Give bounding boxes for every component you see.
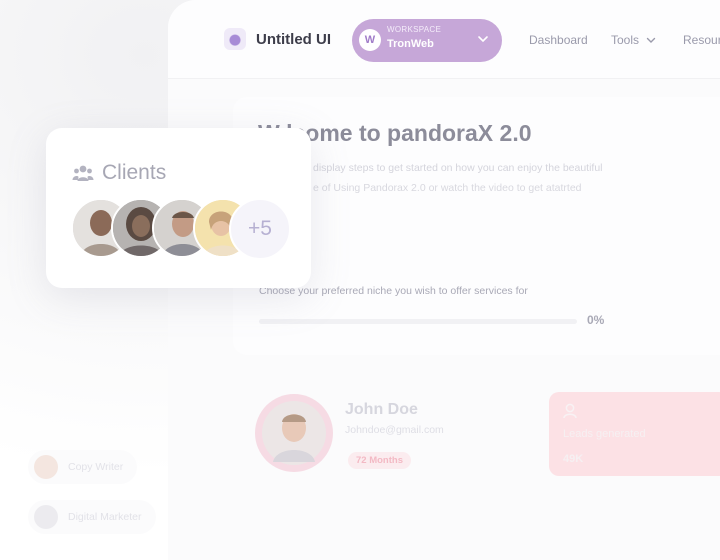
clients-header: Clients bbox=[72, 161, 166, 185]
chevron-down-icon bbox=[646, 37, 656, 43]
person-avatar-icon bbox=[262, 401, 326, 465]
welcome-subtitle-line2: e of Using Pandorax 2.0 or watch the vid… bbox=[313, 182, 582, 194]
more-clients-badge[interactable]: +5 bbox=[229, 198, 291, 260]
workspace-avatar: W bbox=[359, 29, 381, 51]
tenure-badge: 72 Months bbox=[348, 452, 411, 469]
workspace-name: TronWeb bbox=[387, 38, 434, 50]
profile-avatar[interactable] bbox=[255, 394, 333, 472]
chip-digital-marketer[interactable]: Digital Marketer bbox=[28, 500, 156, 534]
users-icon bbox=[72, 165, 94, 181]
clients-title: Clients bbox=[102, 161, 167, 184]
chip-avatar bbox=[34, 455, 58, 479]
nav-dashboard[interactable]: Dashboard bbox=[529, 33, 588, 47]
workspace-caption: WORKSPACE bbox=[387, 25, 442, 34]
user-icon bbox=[563, 403, 577, 419]
nav-tools-label: Tools bbox=[611, 33, 640, 47]
chip-avatar bbox=[34, 505, 58, 529]
chip-label: Copy Writer bbox=[68, 461, 124, 473]
chevron-down-icon bbox=[478, 36, 488, 43]
brand[interactable]: Untitled UI bbox=[224, 28, 331, 50]
nav-tools[interactable]: Tools bbox=[611, 33, 657, 47]
progress-bar bbox=[259, 319, 577, 324]
progress-value: 0% bbox=[587, 313, 605, 327]
brand-logo-icon bbox=[224, 28, 246, 50]
profile-email: Johndoe@gmail.com bbox=[345, 424, 444, 436]
leads-title: Leads generated bbox=[563, 428, 646, 440]
chip-label: Digital Marketer bbox=[68, 511, 142, 523]
brand-name: Untitled UI bbox=[256, 30, 331, 48]
workspace-switcher[interactable]: W WORKSPACE TronWeb bbox=[352, 19, 502, 62]
welcome-subtitle-line1: display steps to get started on how you … bbox=[313, 162, 603, 174]
profile-name: John Doe bbox=[345, 401, 418, 418]
chip-copy-writer[interactable]: Copy Writer bbox=[28, 450, 138, 484]
nav-resources[interactable]: Resour bbox=[683, 33, 720, 47]
leads-value: 49K bbox=[563, 453, 584, 465]
